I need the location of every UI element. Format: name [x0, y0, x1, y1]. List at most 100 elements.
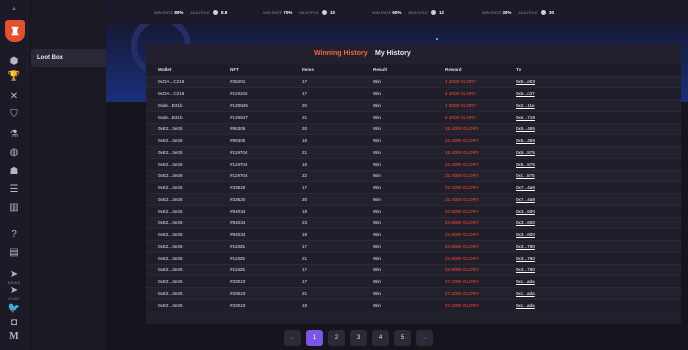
table-row: 0xE2...3e25 #33023 21 Win 27.2000 GLORY 0xc..… [146, 287, 681, 300]
list-icon[interactable]: ☰ [7, 183, 21, 197]
wallet-cell: 0xE2...3e25 [146, 146, 218, 159]
result-cell: Win [361, 228, 433, 241]
items-cell: 20 [290, 99, 361, 112]
tx-link[interactable]: 0xe...719 [504, 110, 681, 123]
items-cell: 23 [290, 216, 361, 229]
multiple-value: 10 [330, 10, 336, 15]
wallet-cell: 0xE2...3e25 [146, 169, 218, 182]
page-button[interactable]: 5 [394, 330, 411, 346]
tx-link[interactable]: 0xc...ada [504, 298, 681, 311]
tx-link[interactable]: 0x3...600 [504, 216, 681, 229]
info-icon[interactable] [212, 10, 218, 16]
reward-cell: 27.2000 GLORY [433, 287, 504, 300]
result-cell: Win [361, 99, 433, 112]
page-button[interactable]: 3 [350, 330, 367, 346]
tx-link[interactable]: 0x5...459 [504, 134, 681, 147]
tx-link[interactable]: 0x3...760 [504, 240, 681, 253]
items-cell: 21 [290, 110, 361, 123]
team-icon[interactable]: ☗ [7, 165, 21, 179]
next-page-button[interactable]: → [416, 330, 433, 346]
result-cell: Win [361, 157, 433, 170]
page-button[interactable]: 1 [306, 330, 323, 346]
info-icon[interactable] [540, 10, 546, 16]
document-icon[interactable]: ▤ [7, 246, 21, 260]
tx-link[interactable]: 0x3...760 [504, 251, 681, 264]
items-cell: 18 [290, 134, 361, 147]
tx-link[interactable]: 0x7...4a8 [504, 181, 681, 194]
brand-logo-icon[interactable]: ♜ [5, 20, 25, 42]
sidebar: Loot Box › [28, 0, 129, 350]
trophy-icon[interactable]: 🏆 [7, 70, 21, 84]
tab-my-history[interactable]: My History [375, 50, 411, 57]
table-row: 0xE2...3e25 #94034 18 Win 24.8000 GLORY 0x3..… [146, 204, 681, 217]
nft-cell: #11825 [218, 263, 290, 276]
tx-link[interactable]: 0x7...4a8 [504, 193, 681, 206]
nft-cell: #33023 [218, 275, 290, 288]
nft-cell: #11825 [218, 240, 290, 253]
table-row: 0xde...B31b #120845 20 Win 4.0000 GLORY 0x2..… [146, 99, 681, 112]
prev-page-button[interactable]: ← [284, 330, 301, 346]
table-row: 0xE2...3e25 #86305 18 Win 22.4000 GLORY 0x5..… [146, 134, 681, 147]
stats-icon[interactable]: ▥ [7, 201, 21, 215]
table-row: 0xE2...3e25 #94034 18 Win 24.8000 GLORY 0x3..… [146, 228, 681, 241]
result-cell: Win [361, 287, 433, 300]
tx-link[interactable]: 0x5...575 [504, 157, 681, 170]
collapse-arrow-icon[interactable]: ▲ [11, 6, 17, 12]
items-cell: 17 [290, 75, 361, 88]
info-icon[interactable] [430, 10, 436, 16]
tx-link[interactable]: 0x5...575 [504, 146, 681, 159]
tab-winning-history[interactable]: Winning History [314, 50, 368, 57]
wallet-cell: 0xE2...3e25 [146, 298, 218, 311]
tx-link[interactable]: 0x5...c37 [504, 87, 681, 100]
wallet-cell: 0xE2...3e25 [146, 228, 218, 241]
reward-cell: 4.0000 GLORY [433, 99, 504, 112]
table-row: 0xE2...3e25 #119704 21 Win 22.4000 GLORY 0x5.… [146, 146, 681, 159]
result-cell: Win [361, 204, 433, 217]
app-window: ▲ ♜ ⬢ 🏆 ✕ ⛉ ⚗ ◍ ☗ ☰ ▥? ▤ ➤ NEWS ➤ CHAT 🐦 ◘ M Loot… [0, 0, 688, 350]
star-decoration [436, 38, 438, 40]
column-header-items: Items [290, 64, 361, 76]
wallet-cell: 0xE2...3e25 [146, 157, 218, 170]
wallet-cell: 0xE2...3e25 [146, 275, 218, 288]
box-icon[interactable]: ⬢ [7, 55, 21, 69]
multiple-label: MULTIPLE [408, 10, 428, 15]
info-icon[interactable] [321, 10, 327, 16]
table-row: 0xOA...C219 #35201 17 Win 4.4000 GLORY 0x5...… [146, 75, 681, 88]
tx-link[interactable]: 0x5...455 [504, 122, 681, 135]
result-cell: Win [361, 298, 433, 311]
tx-link[interactable]: 0xc...ada [504, 287, 681, 300]
items-cell: 17 [290, 240, 361, 253]
chat-label: CHAT [8, 296, 20, 301]
win-rate-label: WIN RATE [372, 10, 392, 15]
win-rate-label: WIN RATE [154, 10, 174, 15]
help-icon[interactable]: ? [7, 228, 21, 242]
medium-icon[interactable]: M [7, 330, 21, 344]
tx-link[interactable]: 0x3...760 [504, 263, 681, 276]
page-button[interactable]: 4 [372, 330, 389, 346]
table-row: 0xE2...3e25 #33620 17 Win 22.4000 GLORY 0x7..… [146, 181, 681, 194]
reward-cell: 22.4000 GLORY [433, 146, 504, 159]
reward-cell: 24.8000 GLORY [433, 251, 504, 264]
result-cell: Win [361, 87, 433, 100]
globe-icon[interactable]: ◍ [7, 146, 21, 160]
result-cell: Win [361, 216, 433, 229]
column-header-nft: NFT [218, 64, 290, 76]
nft-cell: #86305 [218, 122, 290, 135]
nft-cell: #94034 [218, 204, 290, 217]
tx-link[interactable]: 0xc...ada [504, 275, 681, 288]
twitter-icon[interactable]: 🐦 [7, 302, 21, 316]
tx-link[interactable]: 0x2...11e [504, 99, 681, 112]
items-cell: 17 [290, 275, 361, 288]
tx-link[interactable]: 0x5...e03 [504, 75, 681, 88]
flask-icon[interactable]: ⚗ [7, 128, 21, 142]
shield-icon[interactable]: ⛉ [7, 108, 21, 122]
tx-link[interactable]: 0x3...600 [504, 228, 681, 241]
page-button[interactable]: 2 [328, 330, 345, 346]
tx-link[interactable]: 0xc...575 [504, 169, 681, 182]
table-row: 0xE2...3e25 #33023 17 Win 27.2000 GLORY 0xc..… [146, 275, 681, 288]
tools-icon[interactable]: ✕ [7, 90, 21, 104]
discord-icon[interactable]: ◘ [7, 316, 21, 330]
table-header-row: Wallet NFT Items Result Reward Tx [146, 64, 681, 76]
tx-link[interactable]: 0x3...600 [504, 204, 681, 217]
items-cell: 21 [290, 146, 361, 159]
